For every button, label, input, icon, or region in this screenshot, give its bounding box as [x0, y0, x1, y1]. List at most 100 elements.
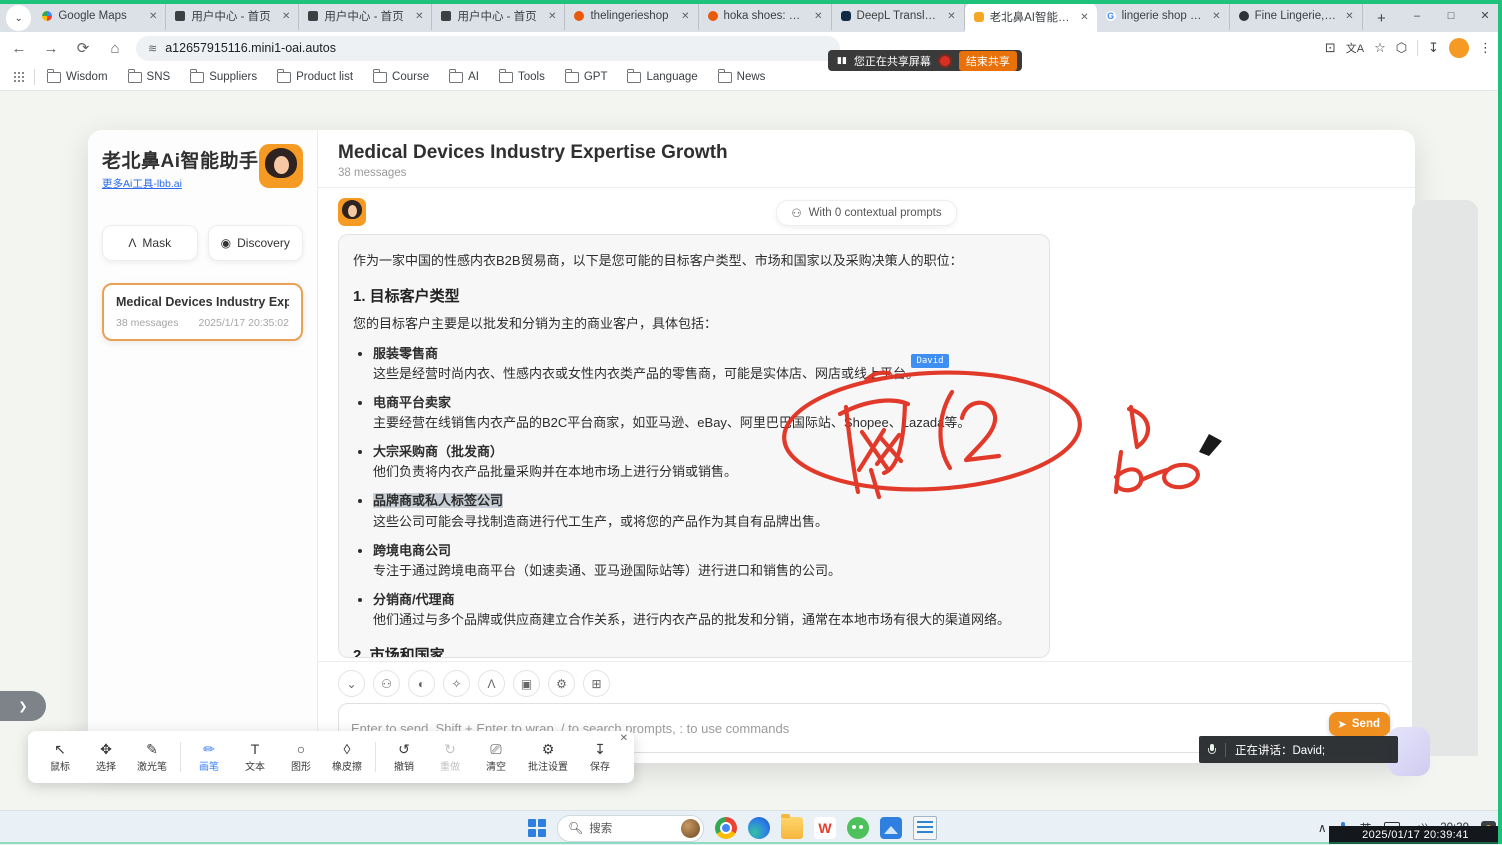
bookmark-product-list[interactable]: Product list	[269, 68, 361, 86]
tab-fine-lingerie[interactable]: Fine Lingerie, Sle ✕	[1230, 2, 1363, 30]
plugins-grid-icon[interactable]: ⊞	[583, 670, 610, 697]
tool-undo[interactable]: ↺ 撤销	[382, 742, 426, 773]
tab-hoka-shoes[interactable]: hoka shoes: Ove ✕	[699, 2, 832, 30]
chat-app-window: 老北鼻Ai智能助手 更多Ai工具-lbb.ai Λ Mask ◉ Discove…	[88, 130, 1415, 763]
forward-icon[interactable]: →	[38, 35, 64, 61]
profile-avatar[interactable]	[1449, 38, 1469, 58]
scroll-to-bottom-icon[interactable]: ⌄	[338, 670, 365, 697]
tool-select[interactable]: ✥ 选择	[84, 742, 128, 773]
tab-close-icon[interactable]: ✕	[945, 11, 957, 22]
screen-share-banner: ▮▮ 您正在共享屏幕 结束共享	[828, 50, 1022, 71]
site-settings-icon[interactable]: ≋	[148, 42, 157, 55]
bookmark-course[interactable]: Course	[365, 68, 437, 86]
mask-quick-icon[interactable]: Λ	[478, 670, 505, 697]
extensions-icon[interactable]: ⬡	[1396, 40, 1407, 56]
taskbar-search[interactable]: 🔍︎ 搜索	[557, 815, 704, 842]
image-icon[interactable]: ▣	[513, 670, 540, 697]
tool-clear[interactable]: ⎚ 清空	[474, 742, 518, 773]
chrome-taskbar-icon[interactable]	[715, 817, 737, 839]
model-icon[interactable]: ⚙	[548, 670, 575, 697]
tool-laser-pen[interactable]: ✎ 激光笔	[130, 742, 174, 773]
downloads-icon[interactable]: ↧	[1428, 40, 1439, 56]
home-icon[interactable]: ⌂	[102, 35, 128, 61]
tool-mouse[interactable]: ↖ 鼠标	[38, 742, 82, 773]
tab-lingerie-shop-search[interactable]: G lingerie shop - G ✕	[1097, 2, 1230, 30]
toolbar-close-icon[interactable]: ✕	[620, 733, 628, 744]
bookmark-gpt[interactable]: GPT	[557, 68, 616, 86]
folder-icon	[128, 72, 142, 83]
photos-app-icon[interactable]	[880, 817, 902, 839]
tab-google-maps[interactable]: Google Maps ✕	[33, 2, 166, 30]
tray-chevron-icon[interactable]: ∧	[1318, 821, 1327, 835]
start-button[interactable]	[528, 819, 546, 837]
minimize-button[interactable]: –	[1400, 0, 1434, 32]
contextual-prompts-pill[interactable]: ⚇ With 0 contextual prompts	[776, 200, 956, 226]
bookmark-suppliers[interactable]: Suppliers	[182, 68, 265, 86]
tab-close-icon[interactable]: ✕	[1210, 11, 1222, 22]
translate-icon[interactable]: 文A	[1346, 40, 1364, 56]
dark-mode-icon[interactable]: ◐	[408, 670, 435, 697]
stop-share-button[interactable]: 结束共享	[959, 51, 1017, 71]
deepl-icon	[841, 11, 851, 21]
tab-deepl[interactable]: DeepL Translate: ✕	[832, 2, 965, 30]
tool-eraser[interactable]: ◊ 橡皮擦	[325, 742, 369, 773]
bookmark-wisdom[interactable]: Wisdom	[39, 68, 116, 86]
tab-close-icon[interactable]: ✕	[280, 11, 292, 22]
cast-icon[interactable]: ⊡	[1325, 40, 1336, 56]
cursor-icon: ↖	[54, 742, 66, 757]
reload-icon[interactable]: ⟳	[70, 35, 96, 61]
tool-annotation-settings[interactable]: ⚙ 批注设置	[520, 742, 576, 773]
bookmark-news[interactable]: News	[710, 68, 774, 86]
maximize-button[interactable]: □	[1434, 0, 1468, 32]
apps-grid-icon[interactable]	[14, 72, 24, 82]
tab-ai-assistant-active[interactable]: 老北鼻AI智能助手 ✕	[965, 2, 1097, 32]
tab-user-center-3[interactable]: 用户中心 - 首页 ✕	[432, 2, 565, 30]
chat-list-item-selected[interactable]: Medical Devices Industry Exp... 38 messa…	[102, 283, 303, 341]
new-tab-button[interactable]: +	[1369, 5, 1394, 31]
mask-button[interactable]: Λ Mask	[102, 225, 198, 261]
tab-user-center-1[interactable]: 用户中心 - 首页 ✕	[166, 2, 299, 30]
tab-user-center-2[interactable]: 用户中心 - 首页 ✕	[299, 2, 432, 30]
tab-thelingerieshop[interactable]: thelingerieshop ✕	[565, 2, 698, 30]
close-button[interactable]: ✕	[1468, 0, 1502, 32]
tab-close-icon[interactable]: ✕	[147, 11, 159, 22]
trash-icon: ⎚	[490, 742, 501, 757]
prompt-wand-icon[interactable]: ✧	[443, 670, 470, 697]
theme-icon[interactable]: ⚇	[373, 670, 400, 697]
bookmark-language[interactable]: Language	[619, 68, 705, 86]
bookmark-star-icon[interactable]: ☆	[1374, 40, 1386, 56]
tab-close-icon[interactable]: ✕	[1343, 11, 1355, 22]
wps-icon[interactable]: W	[814, 817, 836, 839]
tab-close-icon[interactable]: ✕	[413, 11, 425, 22]
divider	[34, 69, 35, 85]
browser-menu-icon[interactable]: ⋮	[1479, 40, 1492, 56]
tab-search-button[interactable]: ⌄	[6, 5, 31, 31]
pen-icon: ✏	[203, 742, 215, 757]
tab-close-icon[interactable]: ✕	[812, 11, 824, 22]
chat-scroll-area[interactable]: ⚇ With 0 contextual prompts 作为一家中国的性感内衣B…	[318, 188, 1415, 661]
bookmark-ai[interactable]: AI	[441, 68, 487, 86]
wechat-icon[interactable]	[847, 817, 869, 839]
page-scrollbar[interactable]	[1412, 200, 1478, 756]
tab-close-icon[interactable]: ✕	[546, 11, 558, 22]
paper-plane-icon: ➤	[1337, 717, 1347, 731]
send-button[interactable]: ➤ Send	[1329, 712, 1390, 736]
tool-text[interactable]: T 文本	[233, 742, 277, 773]
file-explorer-icon[interactable]	[781, 817, 803, 839]
tab-close-icon[interactable]: ✕	[1078, 12, 1090, 23]
save-icon: ↧	[594, 742, 606, 757]
tool-save[interactable]: ↧ 保存	[578, 742, 622, 773]
tool-shape[interactable]: ○ 图形	[279, 742, 323, 773]
message-intro: 作为一家中国的性感内衣B2B贸易商，以下是您可能的目标客户类型、市场和国家以及采…	[353, 251, 1035, 271]
bookmark-tools[interactable]: Tools	[491, 68, 553, 86]
discovery-button[interactable]: ◉ Discovery	[208, 225, 304, 261]
shape-icon: ○	[297, 742, 305, 757]
bookmark-sns[interactable]: SNS	[120, 68, 179, 86]
tab-close-icon[interactable]: ✕	[679, 11, 691, 22]
back-icon[interactable]: ←	[6, 35, 32, 61]
edge-taskbar-icon[interactable]	[748, 817, 770, 839]
annotation-collapse-handle[interactable]: ❯	[0, 691, 46, 721]
notes-app-icon[interactable]	[913, 816, 937, 840]
address-bar[interactable]: ≋ a12657915116.mini1-oai.autos	[136, 36, 840, 61]
tool-pen-active[interactable]: ✏ 画笔	[187, 742, 231, 773]
